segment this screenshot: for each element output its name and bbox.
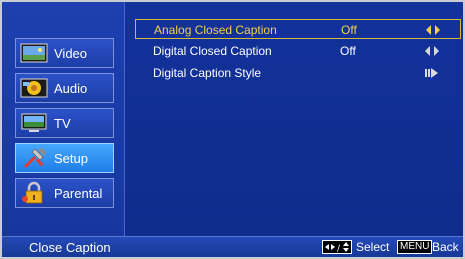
sidebar-item-tv[interactable]: TV	[15, 108, 114, 138]
option-label: Analog Closed Caption	[154, 23, 277, 37]
sidebar-item-label: Parental	[54, 185, 103, 201]
sidebar-item-label: Video	[54, 45, 88, 61]
options-panel: Analog Closed Caption Off Digital Closed…	[125, 2, 463, 236]
footer-bar: Close Caption / Select MENU Back	[2, 236, 463, 257]
sidebar-item-label: Audio	[54, 80, 88, 96]
left-right-arrow-icon	[426, 24, 440, 38]
sidebar-item-video[interactable]: Video	[15, 38, 114, 68]
sidebar-item-parental[interactable]: Parental	[15, 178, 114, 208]
sidebar: Video Audio TV Setup Parental	[2, 2, 125, 236]
sidebar-item-label: TV	[54, 115, 71, 131]
nav-key-icon: /	[322, 240, 352, 257]
left-right-arrow-icon	[425, 45, 439, 59]
menu-key: MENU	[397, 240, 433, 254]
option-label: Digital Closed Caption	[153, 44, 272, 58]
enter-arrow-icon	[425, 67, 439, 81]
setup-icon	[20, 146, 48, 170]
sidebar-item-audio[interactable]: Audio	[15, 73, 114, 103]
option-value: Off	[341, 23, 357, 37]
back-hint: Back	[432, 240, 459, 254]
option-label: Digital Caption Style	[153, 66, 262, 80]
option-analog-closed-caption[interactable]: Analog Closed Caption Off	[135, 19, 461, 39]
tv-icon	[20, 111, 48, 135]
parental-lock-icon	[20, 181, 48, 205]
video-icon	[20, 41, 48, 65]
option-digital-caption-style[interactable]: Digital Caption Style	[135, 63, 461, 83]
select-hint: Select	[356, 240, 390, 254]
option-digital-closed-caption[interactable]: Digital Closed Caption Off	[135, 41, 461, 61]
sidebar-item-label: Setup	[54, 150, 88, 166]
audio-icon	[20, 76, 48, 100]
option-value: Off	[340, 44, 356, 58]
tv-menu-screen: Video Audio TV Setup Parental Analog Clo…	[2, 2, 463, 257]
page-title: Close Caption	[29, 240, 111, 255]
sidebar-item-setup[interactable]: Setup	[15, 143, 114, 173]
